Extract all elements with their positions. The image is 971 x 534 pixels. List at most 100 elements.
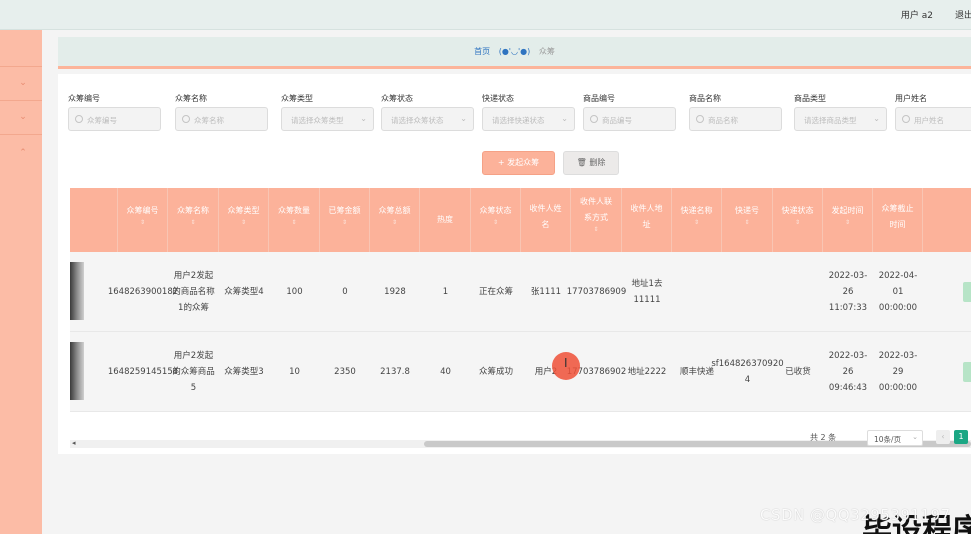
placeholder: 众筹编号 bbox=[87, 116, 117, 125]
sidebar-divider bbox=[0, 100, 42, 101]
search-icon bbox=[75, 115, 83, 123]
sidebar-divider bbox=[0, 134, 42, 135]
column-header[interactable]: 众筹总额 ⇕ bbox=[370, 188, 420, 252]
filter-label: 众筹类型 bbox=[281, 94, 313, 103]
table-cell: 2350 bbox=[334, 367, 356, 377]
table-cell bbox=[672, 252, 722, 332]
table-cell: 地址2222 bbox=[627, 367, 667, 377]
sort-icon: ⇕ bbox=[844, 219, 851, 226]
chevron-up-icon[interactable]: ⌃ bbox=[18, 148, 28, 158]
main-content: 首页 (●'◡'●) 众筹 众筹编号 众筹编号 众筹名称 众筹名称 众筹类型 请… bbox=[42, 30, 971, 534]
total-count: 共 2 条 bbox=[810, 433, 837, 442]
column-label: 已筹金额 bbox=[328, 206, 361, 215]
table-cell: 1 bbox=[442, 287, 449, 297]
column-label: 众筹编号 bbox=[126, 206, 159, 215]
add-crowdfund-button[interactable]: + 发起众筹 bbox=[482, 151, 555, 175]
filter-label: 众筹状态 bbox=[381, 94, 413, 103]
logout-link[interactable]: 退出 bbox=[955, 8, 971, 21]
filter-label: 众筹编号 bbox=[68, 94, 100, 103]
table-cell: 2022-03-29 00:00:00 bbox=[878, 351, 918, 393]
select-column-header[interactable] bbox=[70, 188, 118, 252]
column-header[interactable]: 快递名称 ⇕ bbox=[672, 188, 722, 252]
column-header[interactable]: 收件人地址 bbox=[622, 188, 672, 252]
detail-button[interactable] bbox=[963, 282, 971, 302]
delete-button[interactable]: 🗑 删除 bbox=[563, 151, 619, 175]
table-cell: sf164826370920 4 bbox=[711, 359, 784, 385]
sort-icon: ⇕ bbox=[341, 219, 348, 226]
sort-icon: ⇕ bbox=[190, 219, 196, 226]
column-label: 快递名称 bbox=[680, 206, 713, 215]
column-label: 热度 bbox=[437, 215, 453, 224]
column-label: 众筹总额 bbox=[378, 206, 411, 215]
breadcrumb-current: 众筹 bbox=[538, 47, 555, 56]
table-row[interactable]: 1648259145154 用户2发起的众筹商品5 众筹类型3 10 2350 … bbox=[70, 332, 971, 412]
top-bar: 用户 a2 退出 bbox=[0, 0, 971, 30]
page-size-value: 10条/页 bbox=[874, 435, 902, 444]
breadcrumb: 首页 (●'◡'●) 众筹 bbox=[58, 37, 971, 69]
placeholder: 请选择商品类型 bbox=[804, 116, 857, 125]
sidebar: ⌄ ⌄ ⌃ bbox=[0, 30, 42, 534]
table-row[interactable]: 1648263900182 用户2发起的商品名称1的众筹 众筹类型4 100 0… bbox=[70, 252, 971, 332]
column-header[interactable]: 众筹编号 ⇕ bbox=[118, 188, 168, 252]
filter-crowdfund-id: 众筹编号 众筹编号 bbox=[68, 93, 161, 131]
table-cell: 100 bbox=[286, 287, 303, 297]
column-header[interactable]: 众筹类型 ⇕ bbox=[219, 188, 269, 252]
column-header[interactable]: 众筹状态 ⇕ bbox=[471, 188, 521, 252]
crowdfund-status-select[interactable]: 请选择众筹状态 ⌄ bbox=[381, 107, 474, 131]
column-header[interactable]: 众筹数量 ⇕ bbox=[269, 188, 320, 252]
crowdfund-type-select[interactable]: 请选择众筹类型 ⌄ bbox=[281, 107, 374, 131]
column-header[interactable]: 热度 bbox=[420, 188, 471, 252]
column-header[interactable]: 快递号 ⇕ bbox=[722, 188, 773, 252]
placeholder: 用户姓名 bbox=[914, 116, 944, 125]
filter-goods-type: 商品类型 请选择商品类型 ⌄ bbox=[794, 93, 887, 131]
filter-label: 众筹名称 bbox=[175, 94, 207, 103]
detail-button[interactable] bbox=[963, 362, 971, 382]
user-name[interactable]: 用户 a2 bbox=[901, 8, 933, 21]
search-icon bbox=[182, 115, 190, 123]
table-cell: 正在众筹 bbox=[478, 287, 513, 297]
column-header[interactable]: 已筹金额 ⇕ bbox=[320, 188, 370, 252]
table-cell: 用户2发起的众筹商品5 bbox=[172, 351, 215, 393]
column-header[interactable]: 发起时间 ⇕ bbox=[823, 188, 873, 252]
prev-page-button[interactable]: ‹ bbox=[936, 430, 950, 444]
goods-id-input[interactable]: 商品编号 bbox=[583, 107, 676, 131]
table-cell: 0 bbox=[342, 287, 348, 297]
crowdfund-name-input[interactable]: 众筹名称 bbox=[175, 107, 268, 131]
filter-label: 用户姓名 bbox=[895, 94, 927, 103]
page-size-select[interactable]: 10条/页 ⌄ bbox=[867, 430, 923, 446]
chevron-down-icon: ⌄ bbox=[460, 114, 467, 123]
column-header[interactable]: 众筹名称 ⇕ bbox=[168, 188, 219, 252]
sort-icon: ⇕ bbox=[794, 219, 801, 226]
column-header[interactable]: 众筹截止时间 bbox=[873, 188, 923, 252]
column-header[interactable]: 快递状态 ⇕ bbox=[773, 188, 823, 252]
column-header[interactable]: 收件人姓名 bbox=[521, 188, 571, 252]
goods-name-input[interactable]: 商品名称 bbox=[689, 107, 782, 131]
goods-thumbnail bbox=[70, 262, 84, 320]
goods-thumbnail bbox=[70, 342, 84, 400]
sort-icon: ⇕ bbox=[291, 219, 297, 226]
user-name-input[interactable]: 用户姓名 bbox=[895, 107, 971, 131]
column-label: 收件人联系方式 bbox=[580, 197, 612, 222]
column-label: 众筹类型 bbox=[227, 206, 260, 215]
sort-icon: ⇕ bbox=[744, 219, 750, 226]
chevron-down-icon: ⌄ bbox=[561, 114, 568, 123]
page-number-button[interactable]: 1 bbox=[954, 430, 968, 444]
text-cursor-icon: I bbox=[564, 356, 568, 370]
content-panel: 众筹编号 众筹编号 众筹名称 众筹名称 众筹类型 请选择众筹类型 ⌄ 众筹状态 请… bbox=[58, 74, 971, 454]
placeholder: 请选择众筹类型 bbox=[291, 116, 344, 125]
chevron-down-icon[interactable]: ⌄ bbox=[18, 78, 28, 88]
sort-icon: ⇕ bbox=[492, 219, 499, 226]
table-cell: 2137.8 bbox=[380, 367, 410, 377]
crowdfund-id-input[interactable]: 众筹编号 bbox=[68, 107, 161, 131]
breadcrumb-emoticon: (●'◡'●) bbox=[498, 47, 531, 56]
filter-label: 商品类型 bbox=[794, 94, 826, 103]
table-cell: 1648263900182 bbox=[107, 287, 179, 297]
placeholder: 请选择众筹状态 bbox=[391, 116, 444, 125]
goods-type-select[interactable]: 请选择商品类型 ⌄ bbox=[794, 107, 887, 131]
column-label: 快递状态 bbox=[781, 206, 814, 215]
chevron-down-icon[interactable]: ⌄ bbox=[18, 112, 28, 122]
breadcrumb-home[interactable]: 首页 bbox=[474, 47, 490, 56]
column-header[interactable]: 收件人联系方式 ⇕ bbox=[571, 188, 622, 252]
table-cell: 17703786909 bbox=[566, 287, 627, 297]
express-status-select[interactable]: 请选择快递状态 ⌄ bbox=[482, 107, 575, 131]
